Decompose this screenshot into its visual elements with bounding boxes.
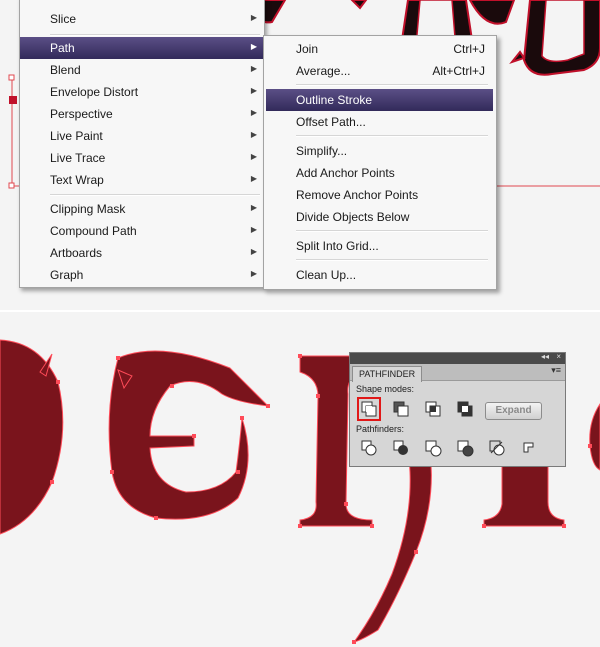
menu-separator xyxy=(296,230,488,232)
submenu-item-offset-path[interactable]: Offset Path... xyxy=(266,111,493,133)
submenu-item-label: Offset Path... xyxy=(296,115,366,129)
submenu-item-label: Divide Objects Below xyxy=(296,210,410,224)
pathfinder-panel: ◂◂ × PATHFINDER ▾≡ Shape modes: Expand P… xyxy=(349,352,566,467)
menu-item-text-wrap[interactable]: Text Wrap ▶ xyxy=(20,169,264,191)
outline-icon[interactable] xyxy=(488,439,506,457)
minus-front-icon[interactable] xyxy=(392,400,410,418)
submenu-arrow-icon: ▶ xyxy=(250,225,257,234)
menu-item-blend[interactable]: Blend ▶ xyxy=(20,59,264,81)
shape-modes-label: Shape modes: xyxy=(356,384,415,394)
submenu-item-average[interactable]: Average... Alt+Ctrl+J xyxy=(266,60,493,82)
object-menu: Slice ▶ Path ▶ Blend ▶ Envelope Distort … xyxy=(19,0,265,288)
menu-item-label: Blend xyxy=(50,63,81,77)
tab-pathfinder[interactable]: PATHFINDER xyxy=(352,366,423,382)
submenu-item-split-into-grid[interactable]: Split Into Grid... xyxy=(266,235,493,257)
menu-item-artboards[interactable]: Artboards ▶ xyxy=(20,242,264,264)
expand-button[interactable]: Expand xyxy=(485,402,542,420)
menu-item-label: Clipping Mask xyxy=(50,202,126,216)
menu-separator xyxy=(296,84,488,86)
menu-item-graph[interactable]: Graph ▶ xyxy=(20,264,264,286)
submenu-item-label: Simplify... xyxy=(296,144,348,158)
minus-back-icon[interactable] xyxy=(520,439,538,457)
submenu-item-outline-stroke[interactable]: Outline Stroke xyxy=(266,89,493,111)
submenu-arrow-icon: ▶ xyxy=(250,108,257,117)
submenu-item-label: Add Anchor Points xyxy=(296,166,395,180)
close-icon[interactable]: × xyxy=(556,352,561,361)
intersect-icon[interactable] xyxy=(424,400,442,418)
menu-item-live-trace[interactable]: Live Trace ▶ xyxy=(20,147,264,169)
menu-item-label: Live Paint xyxy=(50,129,103,143)
submenu-arrow-icon: ▶ xyxy=(250,13,257,22)
divide-icon[interactable] xyxy=(360,439,378,457)
menu-item-label: Perspective xyxy=(50,107,113,121)
menu-item-clipping-mask[interactable]: Clipping Mask ▶ xyxy=(20,198,264,220)
panel-menu-icon[interactable]: ▾≡ xyxy=(551,365,561,376)
menu-item-label: Path xyxy=(50,41,75,55)
trim-icon[interactable] xyxy=(392,439,410,457)
menu-item-path[interactable]: Path ▶ xyxy=(20,37,264,59)
shortcut-label: Alt+Ctrl+J xyxy=(432,64,485,78)
submenu-item-label: Outline Stroke xyxy=(296,93,373,107)
submenu-item-label: Split Into Grid... xyxy=(296,239,379,253)
menu-item-label: Text Wrap xyxy=(50,173,104,187)
submenu-arrow-icon: ▶ xyxy=(250,174,257,183)
menu-item-envelope-distort[interactable]: Envelope Distort ▶ xyxy=(20,81,264,103)
submenu-item-label: Join xyxy=(296,42,319,56)
submenu-arrow-icon: ▶ xyxy=(250,130,257,139)
submenu-item-label: Clean Up... xyxy=(296,268,357,282)
panel-tab-row: PATHFINDER ▾≡ xyxy=(350,364,565,382)
menu-item-label: Envelope Distort xyxy=(50,85,139,99)
pathfinders-label: Pathfinders: xyxy=(356,424,405,434)
path-submenu: Join Ctrl+J Average... Alt+Ctrl+J Outlin… xyxy=(263,35,497,290)
submenu-arrow-icon: ▶ xyxy=(250,247,257,256)
submenu-item-simplify[interactable]: Simplify... xyxy=(266,140,493,162)
submenu-arrow-icon: ▶ xyxy=(250,269,257,278)
menu-item-label: Graph xyxy=(50,268,84,282)
submenu-arrow-icon: ▶ xyxy=(250,64,257,73)
menu-item-label: Compound Path xyxy=(50,224,137,238)
menu-item-label: Live Trace xyxy=(50,151,106,165)
submenu-item-add-anchor-points[interactable]: Add Anchor Points xyxy=(266,162,493,184)
menu-separator xyxy=(50,194,260,196)
merge-icon[interactable] xyxy=(424,439,442,457)
menu-item-slice[interactable]: Slice ▶ xyxy=(20,8,264,30)
exclude-icon[interactable] xyxy=(456,400,474,418)
submenu-arrow-icon: ▶ xyxy=(250,86,257,95)
submenu-item-join[interactable]: Join Ctrl+J xyxy=(266,38,493,60)
submenu-item-label: Average... xyxy=(296,64,351,78)
panel-title-bar[interactable]: ◂◂ × xyxy=(350,352,565,364)
menu-separator xyxy=(296,259,488,261)
submenu-item-label: Remove Anchor Points xyxy=(296,188,419,202)
submenu-arrow-icon: ▶ xyxy=(250,42,257,51)
submenu-item-divide-objects-below[interactable]: Divide Objects Below xyxy=(266,206,493,228)
menu-item-live-paint[interactable]: Live Paint ▶ xyxy=(20,125,264,147)
menu-item-label: Artboards xyxy=(50,246,103,260)
submenu-item-clean-up[interactable]: Clean Up... xyxy=(266,264,493,286)
menu-separator xyxy=(50,34,260,36)
submenu-arrow-icon: ▶ xyxy=(250,152,257,161)
menu-item-compound-path[interactable]: Compound Path ▶ xyxy=(20,220,264,242)
menu-separator xyxy=(296,135,488,137)
crop-icon[interactable] xyxy=(456,439,474,457)
shortcut-label: Ctrl+J xyxy=(453,42,485,56)
menu-item-label: Slice xyxy=(50,12,77,26)
menu-item-perspective[interactable]: Perspective ▶ xyxy=(20,103,264,125)
collapse-icon[interactable]: ◂◂ xyxy=(541,352,549,361)
unite-icon[interactable] xyxy=(357,397,381,421)
submenu-item-remove-anchor-points[interactable]: Remove Anchor Points xyxy=(266,184,493,206)
submenu-arrow-icon: ▶ xyxy=(250,203,257,212)
